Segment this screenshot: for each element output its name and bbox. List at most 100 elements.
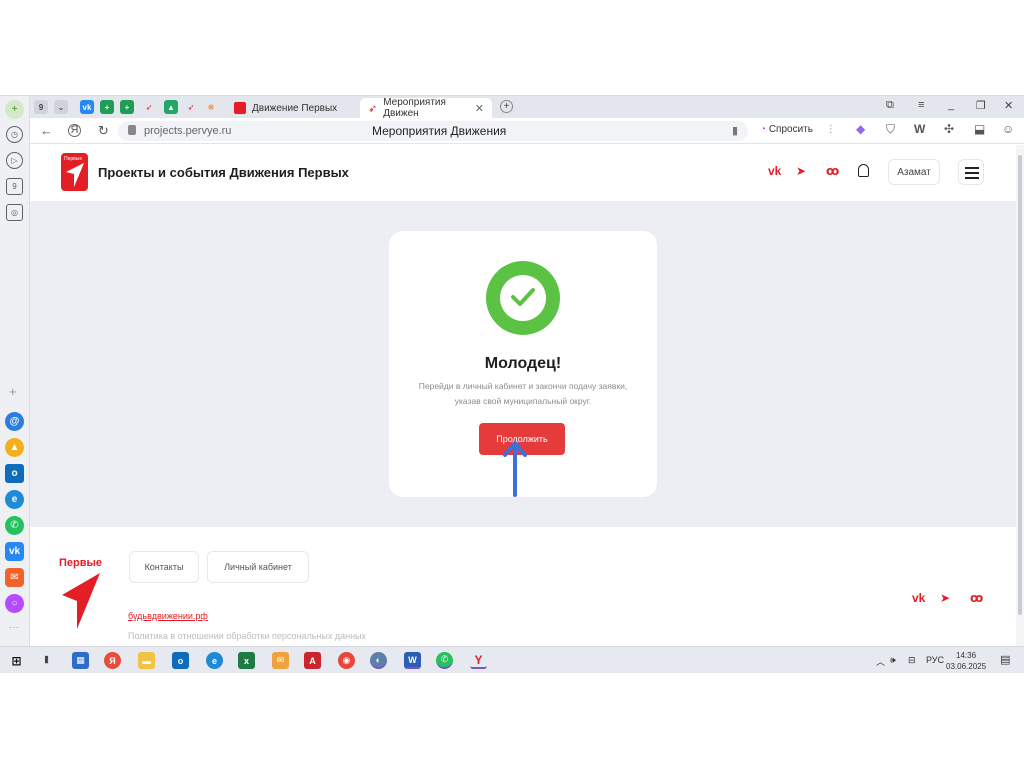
chrome-icon[interactable]: ◉ bbox=[338, 652, 355, 669]
acrobat-icon[interactable]: A bbox=[304, 652, 321, 669]
notifications-icon[interactable]: ▤ bbox=[1000, 653, 1010, 666]
more-vert-icon[interactable]: ⋮ bbox=[826, 124, 836, 135]
play-icon[interactable]: ▷ bbox=[6, 152, 23, 169]
user-button[interactable]: Азамат bbox=[888, 159, 940, 185]
whatsapp-icon[interactable]: ✆ bbox=[436, 652, 453, 669]
mail-icon[interactable]: ✉ bbox=[272, 652, 289, 669]
add-app-icon[interactable]: + bbox=[9, 384, 17, 399]
more-apps-icon[interactable]: ··· bbox=[9, 622, 19, 633]
bell-icon[interactable] bbox=[858, 164, 869, 177]
restore-icon[interactable]: ❐ bbox=[976, 99, 986, 112]
site-title: Проекты и события Движения Первых bbox=[98, 165, 349, 180]
clock-date: 03.06.2025 bbox=[946, 662, 987, 671]
tab-label: Мероприятия Движен bbox=[383, 97, 446, 119]
extensions-icon[interactable]: ✣ bbox=[944, 122, 954, 136]
alice-icon[interactable]: + bbox=[5, 100, 24, 119]
download-icon[interactable]: ⬓ bbox=[974, 122, 985, 136]
pinned-tab-pervye-1[interactable]: ➶ bbox=[142, 100, 156, 114]
sidebar-badge[interactable]: 9 bbox=[6, 178, 23, 195]
success-message: Перейди в личный кабинет и закончи подач… bbox=[418, 381, 628, 406]
mail-app-icon[interactable]: @ bbox=[5, 412, 24, 431]
excel-icon[interactable]: x bbox=[238, 652, 255, 669]
success-check-icon bbox=[486, 261, 560, 335]
yandex-app-icon[interactable]: ◐ bbox=[370, 652, 387, 669]
pervye-logo[interactable]: Первые bbox=[61, 153, 88, 191]
cabinet-button[interactable]: Личный кабинет bbox=[207, 551, 309, 583]
explorer-icon[interactable]: ▬ bbox=[138, 652, 155, 669]
history-icon[interactable]: ◷ bbox=[6, 126, 23, 143]
footer-vk-icon[interactable]: vk bbox=[912, 591, 925, 605]
pinned-tab-orange[interactable]: ❋ bbox=[204, 100, 218, 114]
disk-app-icon[interactable]: ▲ bbox=[5, 438, 24, 457]
policy-link[interactable]: Политика в отношении обработки персональ… bbox=[128, 631, 366, 641]
new-tab-button[interactable]: + bbox=[500, 100, 513, 113]
pervye-arrow-icon: ➶ bbox=[368, 102, 378, 115]
contacts-button[interactable]: Контакты bbox=[129, 551, 199, 583]
w-ext-icon[interactable]: W bbox=[914, 122, 925, 136]
menu-icon[interactable]: ≡ bbox=[918, 99, 924, 111]
back-icon[interactable]: ← bbox=[40, 123, 53, 138]
alice-app-icon[interactable]: ○ bbox=[5, 594, 24, 613]
whatsapp-app-icon[interactable]: ✆ bbox=[5, 516, 24, 535]
url-field[interactable]: projects.pervye.ru Мероприятия Движения … bbox=[118, 121, 748, 141]
ok-icon[interactable]: ꝏ bbox=[826, 164, 839, 178]
yandex-y-icon[interactable]: Y bbox=[470, 652, 487, 669]
success-title: Молодец! bbox=[484, 355, 562, 372]
browser-window: + ◷ ▷ 9 ◎ + @ ▲ o e ✆ vk ✉ ○ ··· 9 ⌄ vk … bbox=[0, 95, 1024, 673]
pinned-tab-pervye-2[interactable]: ➶ bbox=[184, 100, 198, 114]
store-icon[interactable]: ▦ bbox=[72, 652, 89, 669]
tab-dvizhenie-pervyh[interactable]: Движение Первых bbox=[226, 98, 350, 118]
tab-counter[interactable]: 9 bbox=[34, 100, 48, 114]
pinned-tab-sheets-1[interactable]: + bbox=[100, 100, 114, 114]
screenshot-icon[interactable]: ◎ bbox=[6, 204, 23, 221]
pinned-tab-vk[interactable]: vk bbox=[80, 100, 94, 114]
windows-taskbar: ⊞ ⫴ ▦ Я ▬ o e x ✉ A ◉ ◐ W ✆ Y ︿ 🕪 ⊟ РУС … bbox=[0, 646, 1024, 673]
windows-start-icon[interactable]: ⊞ bbox=[8, 652, 25, 669]
ask-icon: ◔ bbox=[760, 124, 767, 135]
volume-icon[interactable]: 🕪 bbox=[890, 655, 896, 666]
footer-ok-icon[interactable]: ꝏ bbox=[970, 591, 983, 605]
footer-logo-icon[interactable] bbox=[60, 571, 100, 629]
close-tab-icon[interactable]: ✕ bbox=[475, 102, 484, 115]
scrollbar[interactable] bbox=[1016, 145, 1024, 646]
clock[interactable]: 14:36 03.06.2025 bbox=[946, 650, 986, 672]
tab-list-icon[interactable]: ⌄ bbox=[54, 100, 68, 114]
bookmark-icon[interactable]: ▮ bbox=[732, 124, 738, 137]
outlook-icon[interactable]: o bbox=[172, 652, 189, 669]
footer-telegram-icon[interactable]: ➤ bbox=[940, 591, 950, 605]
language-indicator[interactable]: РУС bbox=[926, 655, 944, 665]
minimize-icon[interactable]: _ bbox=[948, 99, 954, 111]
site-link[interactable]: будьвдвижении.рф bbox=[128, 611, 208, 621]
yandex-icon[interactable]: Я bbox=[68, 124, 81, 137]
site-header: Первые Проекты и события Движения Первых… bbox=[30, 145, 1016, 201]
edge-app-icon[interactable]: e bbox=[5, 490, 24, 509]
pervye-favicon-icon bbox=[234, 102, 246, 114]
reload-icon[interactable]: ↻ bbox=[98, 123, 109, 139]
tabs-overview-icon[interactable]: ⧉ bbox=[886, 99, 894, 112]
menu-burger-icon[interactable] bbox=[958, 159, 984, 185]
word-icon[interactable]: W bbox=[404, 652, 421, 669]
alice-ext-icon[interactable]: ◆ bbox=[856, 122, 865, 136]
edge-icon[interactable]: e bbox=[206, 652, 223, 669]
vk-icon[interactable]: vk bbox=[768, 164, 781, 178]
address-bar: ← Я ↻ projects.pervye.ru Мероприятия Дви… bbox=[30, 118, 1024, 144]
ask-button[interactable]: ◔ Спросить ⋮ bbox=[760, 124, 836, 135]
clock-time: 14:36 bbox=[956, 651, 977, 660]
close-window-icon[interactable]: ✕ bbox=[1004, 99, 1013, 112]
url-text: projects.pervye.ru bbox=[144, 125, 232, 137]
yandex-browser-icon[interactable]: Я bbox=[104, 652, 121, 669]
telegram-icon[interactable]: ➤ bbox=[796, 164, 806, 178]
tray-chevron-icon[interactable]: ︿ bbox=[876, 655, 885, 668]
shield-icon[interactable]: ⛉ bbox=[886, 122, 895, 137]
task-view-icon[interactable]: ⫴ bbox=[38, 652, 55, 669]
pinned-tab-drive[interactable]: ▲ bbox=[164, 100, 178, 114]
vk-app-icon[interactable]: vk bbox=[5, 542, 24, 561]
account-icon[interactable]: ☺ bbox=[1002, 122, 1014, 136]
pinned-tab-sheets-2[interactable]: + bbox=[120, 100, 134, 114]
tab-label: Движение Первых bbox=[252, 102, 338, 114]
outlook-app-icon[interactable]: o bbox=[5, 464, 24, 483]
tab-bar: 9 ⌄ vk + + ➶ ▲ ➶ ❋ Движение Первых ➶ Мер… bbox=[30, 96, 1024, 119]
tab-meropriyatiya[interactable]: ➶ Мероприятия Движен ✕ bbox=[360, 97, 492, 119]
network-icon[interactable]: ⊟ bbox=[908, 655, 916, 666]
messenger-app-icon[interactable]: ✉ bbox=[5, 568, 24, 587]
